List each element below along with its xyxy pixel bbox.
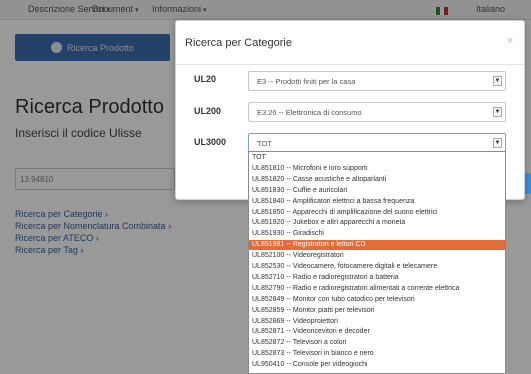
ul3000-dropdown-list[interactable]: TOT UL851810 -- Microfoni e loro supporti…	[248, 151, 506, 374]
dropdown-option[interactable]: UL852849 -- Monitor con tubo catodico pe…	[249, 295, 505, 305]
dropdown-option[interactable]: UL851810 -- Microfoni e loro supporti	[249, 164, 505, 174]
ul3000-label: UL3000	[194, 137, 227, 147]
ul20-select-value: E3 -- Prodotti finiti per la casa	[257, 77, 356, 86]
dropdown-option[interactable]: UL851840 -- Amplificatori elettrici a ba…	[249, 197, 505, 207]
dropdown-option[interactable]: UL950410 -- Console per videogiochi	[249, 360, 505, 370]
ul200-select-value: E3.26 -- Elettronica di consumo	[257, 108, 362, 117]
dropdown-option[interactable]: UL851850 -- Apparecchi di amplificazione…	[249, 208, 505, 218]
dropdown-option[interactable]: UL852872 -- Televisori a colori	[249, 338, 505, 348]
ul3000-select-value: TOT	[257, 139, 272, 148]
dropdown-option[interactable]: UL852530 -- Videocamere, fotocamere digi…	[249, 262, 505, 272]
dropdown-option[interactable]: UL852100 -- Videoregistratori	[249, 251, 505, 261]
dropdown-option[interactable]: UL852790 -- Radio e radioregistratori al…	[249, 284, 505, 294]
dropdown-option[interactable]: UL851981 -- Registratori e lettori CD	[249, 240, 505, 250]
modal-title: Ricerca per Categorie	[185, 37, 292, 49]
dropdown-option[interactable]: TOT	[249, 153, 505, 163]
ul20-select[interactable]: E3 -- Prodotti finiti per la casa ▼	[248, 71, 506, 91]
chevron-down-icon: ▼	[493, 76, 502, 86]
close-icon[interactable]: ×	[507, 35, 513, 47]
dropdown-option[interactable]: UL852871 -- Videoricevitori e decoder	[249, 327, 505, 337]
chevron-down-icon: ▼	[493, 138, 502, 148]
dropdown-option[interactable]: UL852859 -- Monitor piatti per televisor…	[249, 306, 505, 316]
dropdown-option[interactable]: UL852873 -- Televisori in bianco e nero	[249, 349, 505, 359]
dropdown-option[interactable]: UL852710 -- Radio e radioregistratori a …	[249, 273, 505, 283]
chevron-down-icon: ▼	[493, 107, 502, 117]
ul3000-select[interactable]: TOT ▼	[248, 133, 506, 153]
ul200-label: UL200	[194, 106, 222, 116]
dropdown-option[interactable]: UL851930 -- Giradischi	[249, 229, 505, 239]
ul20-label: UL20	[194, 74, 217, 84]
dropdown-option[interactable]: UL851920 -- Jukebox e altri apparecchi a…	[249, 218, 505, 228]
dropdown-option[interactable]: UL851830 -- Cuffie e auricolari	[249, 186, 505, 196]
modal-header: Ricerca per Categorie ×	[176, 21, 524, 65]
dropdown-option[interactable]: UL851820 -- Casse acustiche e altoparlan…	[249, 175, 505, 185]
dropdown-option[interactable]: UL852869 -- Videoproiettori	[249, 317, 505, 327]
ul200-select[interactable]: E3.26 -- Elettronica di consumo ▼	[248, 102, 506, 122]
